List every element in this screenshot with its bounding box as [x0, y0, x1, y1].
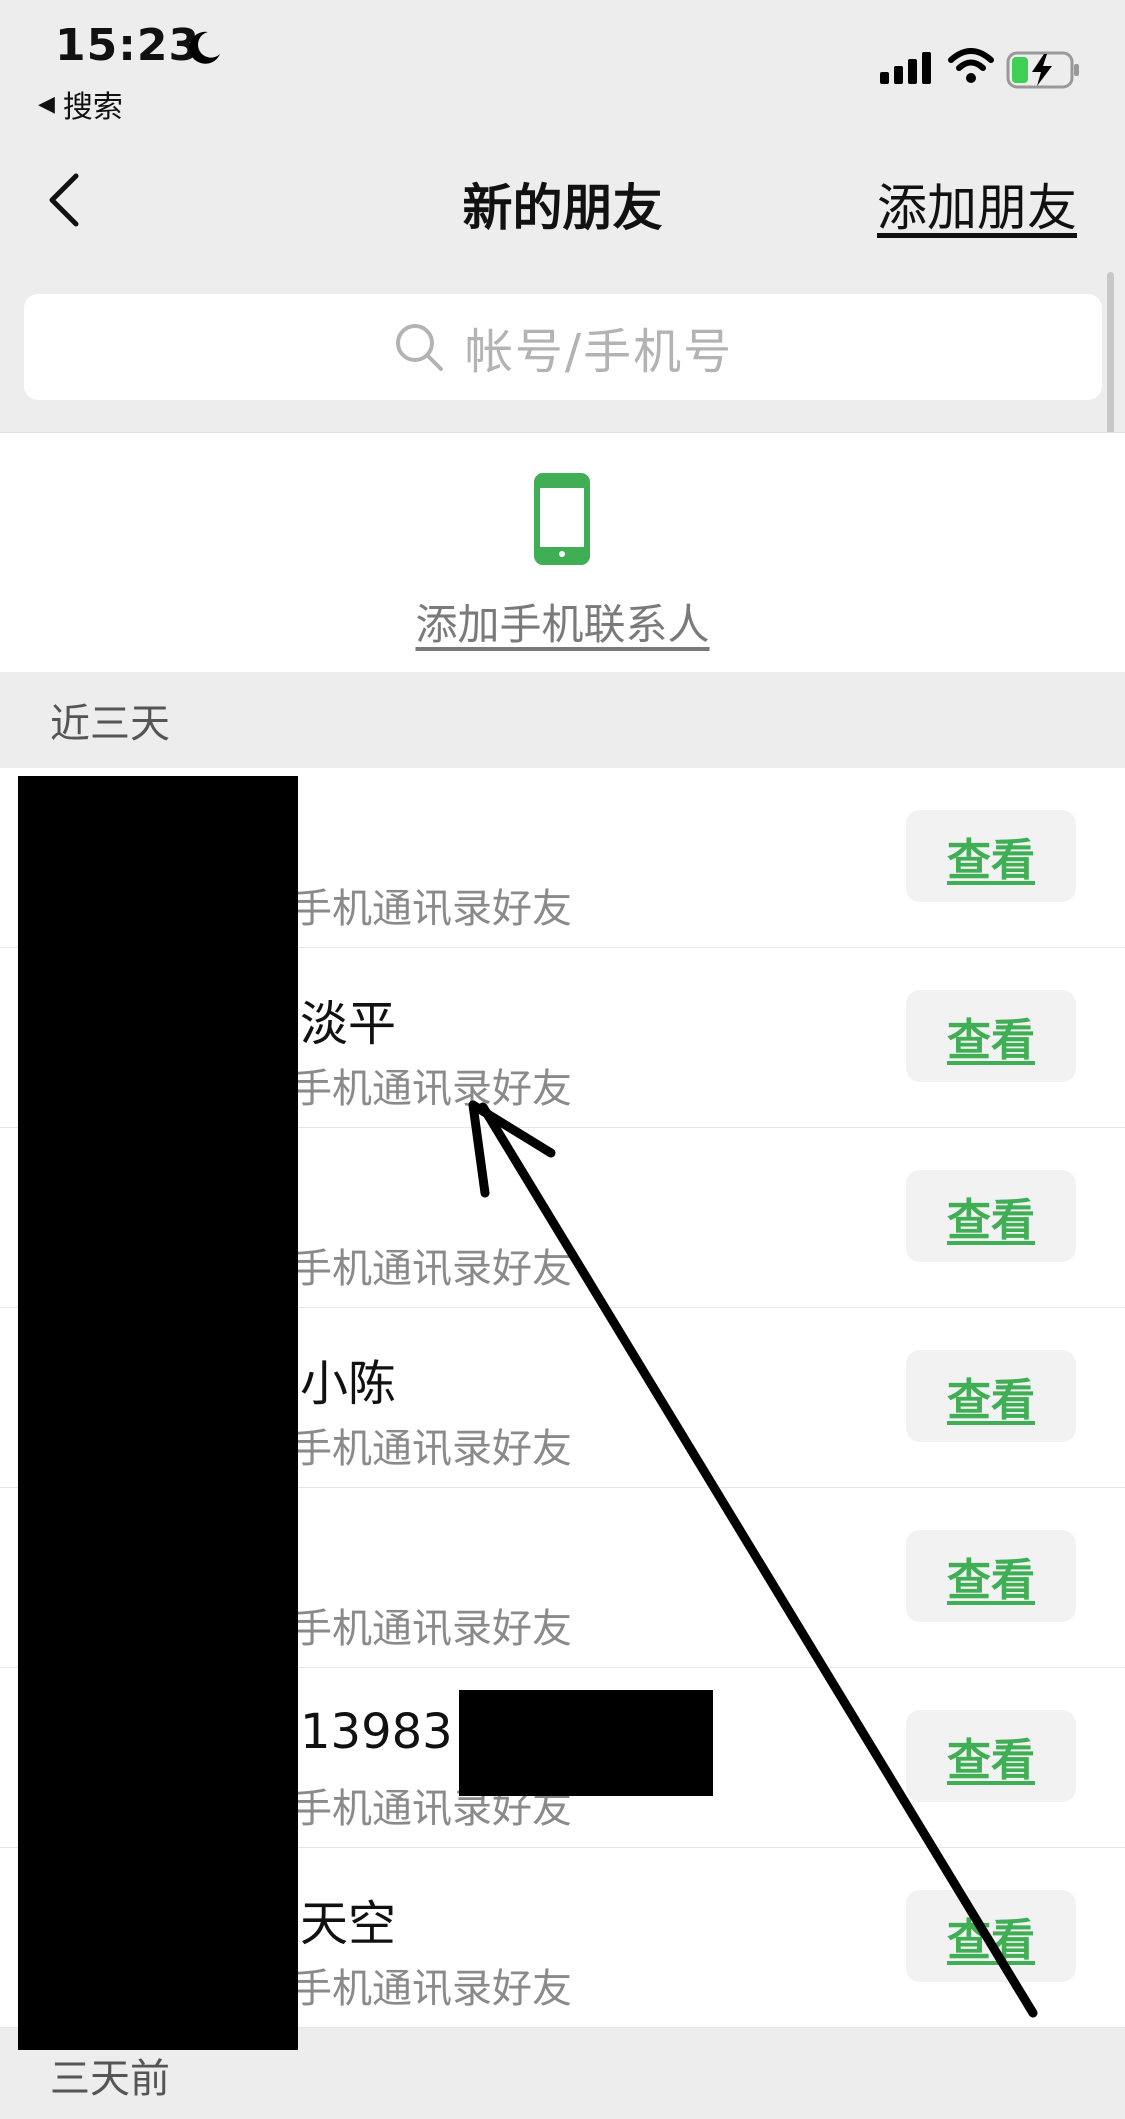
section-header-recent: 近三天 — [0, 672, 1125, 768]
contact-name: 淡平 — [300, 996, 397, 1052]
contact-source: 手机通讯录好友 — [292, 1606, 572, 1652]
view-button[interactable]: 查看 — [906, 1170, 1076, 1262]
contact-source: 手机通讯录好友 — [292, 886, 572, 932]
contact-name: 13983 — [300, 1704, 453, 1760]
view-button[interactable]: 查看 — [906, 1710, 1076, 1802]
search-icon — [395, 324, 443, 371]
back-app-label: 搜索 — [62, 90, 123, 125]
nav-bar: 新的朋友 添加朋友 — [0, 140, 1125, 260]
signal-icon — [880, 52, 931, 84]
add-friend-button[interactable]: 添加朋友 — [877, 168, 1077, 240]
add-mobile-contacts[interactable]: 添加手机联系人 — [0, 432, 1125, 672]
add-mobile-contacts-label: 添加手机联系人 — [415, 600, 710, 649]
contact-source: 手机通讯录好友 — [292, 1066, 572, 1112]
contact-source: 手机通讯录好友 — [292, 1966, 572, 2012]
back-triangle-icon: ◀ — [38, 91, 55, 117]
status-bar: 15:23 ◀ 搜索 — [0, 0, 1125, 130]
contact-source: 手机通讯录好友 — [292, 1246, 572, 1292]
view-button[interactable]: 查看 — [906, 990, 1076, 1082]
status-time: 15:23 — [55, 20, 201, 71]
view-button[interactable]: 查看 — [906, 1530, 1076, 1622]
view-button[interactable]: 查看 — [906, 1350, 1076, 1442]
redaction-block-avatars — [18, 776, 298, 2050]
search-placeholder: 帐号/手机号 — [464, 324, 734, 380]
redaction-block-phone — [459, 1690, 713, 1796]
view-button[interactable]: 查看 — [906, 810, 1076, 902]
view-button[interactable]: 查看 — [906, 1890, 1076, 1982]
back-to-app-link[interactable]: ◀ 搜索 — [38, 82, 123, 126]
battery-charging-icon — [1006, 51, 1079, 89]
wifi-icon — [948, 48, 994, 83]
search-input[interactable]: 帐号/手机号 — [24, 294, 1102, 400]
contact-name: 小陈 — [300, 1356, 397, 1412]
contact-name: 天空 — [300, 1896, 397, 1952]
mobile-phone-icon — [534, 473, 590, 565]
moon-icon — [189, 31, 220, 64]
contact-source: 手机通讯录好友 — [292, 1426, 572, 1472]
